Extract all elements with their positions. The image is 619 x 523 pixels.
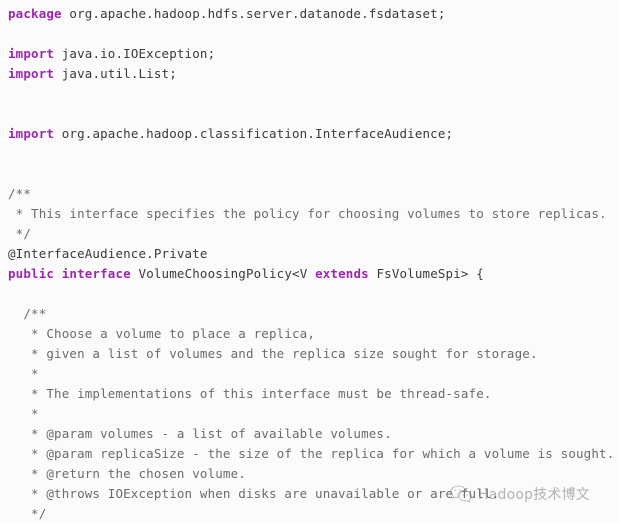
code-line: * @return the chosen volume. xyxy=(0,464,619,484)
code-token-comment: * @param volumes - a list of available v… xyxy=(8,426,392,441)
code-token-comment: * This interface specifies the policy fo… xyxy=(8,206,607,221)
code-token-comment: * @return the chosen volume. xyxy=(8,466,246,481)
code-line: * @param volumes - a list of available v… xyxy=(0,424,619,444)
code-token-plain: VolumeChoosingPolicy<V xyxy=(130,266,316,281)
code-token-comment: * The implementations of this interface … xyxy=(8,386,492,401)
code-line: * Choose a volume to place a replica, xyxy=(0,324,619,344)
code-token-keyword: extends xyxy=(315,266,369,281)
code-token-comment: /** xyxy=(8,306,47,321)
code-line: /** xyxy=(0,304,619,324)
code-line: * This interface specifies the policy fo… xyxy=(0,204,619,224)
code-token-plain: org.apache.hadoop.hdfs.server.datanode.f… xyxy=(61,6,446,21)
code-token-keyword: interface xyxy=(61,266,131,281)
code-line: */ xyxy=(0,504,619,523)
code-token-comment: * @param replicaSize - the size of the r… xyxy=(8,446,615,461)
code-token-comment: */ xyxy=(8,226,32,241)
code-token-keyword: import xyxy=(8,66,55,81)
code-line: public interface VolumeChoosingPolicy<V … xyxy=(0,264,619,284)
code-token-comment: * xyxy=(8,406,39,421)
code-token-comment: /** xyxy=(8,186,32,201)
code-line: * @param replicaSize - the size of the r… xyxy=(0,444,619,464)
code-line: /** xyxy=(0,184,619,204)
code-token-comment: */ xyxy=(8,506,47,521)
code-token-plain: FsVolumeSpi> { xyxy=(368,266,484,281)
code-token-comment: * Choose a volume to place a replica, xyxy=(8,326,316,341)
code-token-comment: * @throws IOException when disks are una… xyxy=(8,486,500,501)
code-line: import java.io.IOException; xyxy=(0,44,619,64)
code-line: package org.apache.hadoop.hdfs.server.da… xyxy=(0,4,619,24)
code-token-keyword: public xyxy=(8,266,55,281)
code-line: * @throws IOException when disks are una… xyxy=(0,484,619,504)
code-line: import org.apache.hadoop.classification.… xyxy=(0,124,619,144)
code-line: * The implementations of this interface … xyxy=(0,384,619,404)
java-code-listing: package org.apache.hadoop.hdfs.server.da… xyxy=(0,0,619,523)
code-line: */ xyxy=(0,224,619,244)
code-line: * xyxy=(0,404,619,424)
code-token-plain: java.util.List; xyxy=(54,66,177,81)
code-line: import java.util.List; xyxy=(0,64,619,84)
code-token-keyword: import xyxy=(8,46,55,61)
code-line: * xyxy=(0,364,619,384)
code-token-comment: * given a list of volumes and the replic… xyxy=(8,346,538,361)
code-token-keyword: package xyxy=(8,6,62,21)
code-line: @InterfaceAudience.Private xyxy=(0,244,619,264)
code-token-keyword: import xyxy=(8,126,55,141)
code-token-plain: java.io.IOException; xyxy=(54,46,216,61)
code-token-annot: @InterfaceAudience.Private xyxy=(8,246,208,261)
code-token-plain: org.apache.hadoop.classification.Interfa… xyxy=(54,126,454,141)
code-line: * given a list of volumes and the replic… xyxy=(0,344,619,364)
code-token-comment: * xyxy=(8,366,39,381)
code-screenshot: package org.apache.hadoop.hdfs.server.da… xyxy=(0,0,619,523)
